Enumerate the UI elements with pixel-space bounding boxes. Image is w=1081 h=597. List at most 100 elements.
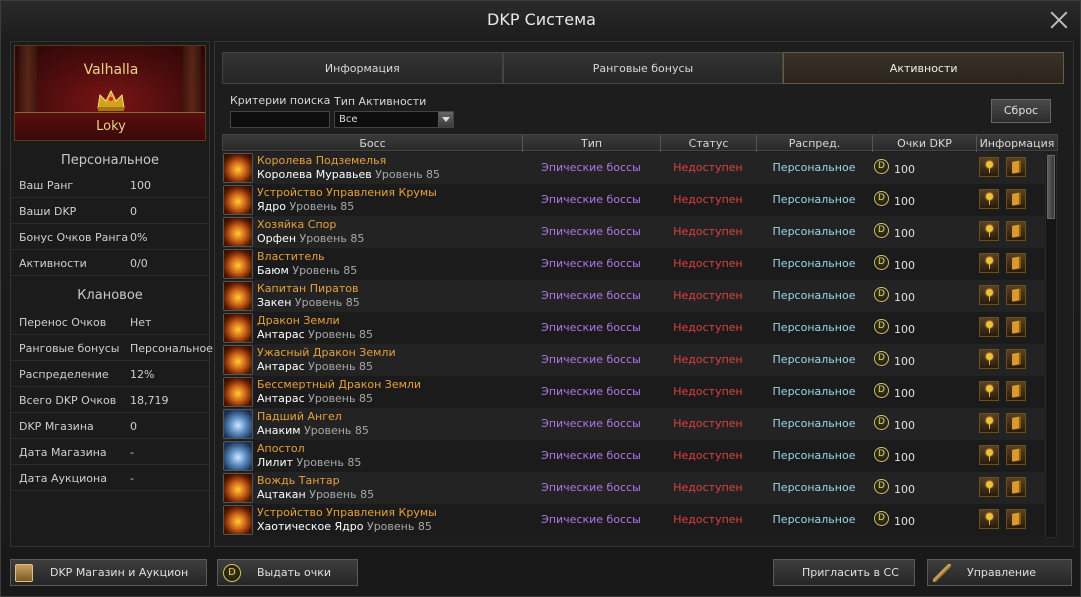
- status-text: Недоступен: [673, 321, 743, 334]
- header-dkp-points[interactable]: Очки DKP: [873, 135, 977, 152]
- stat-row: Всего DKP Очков 18,719: [11, 387, 209, 413]
- boss-name: Властитель: [257, 250, 325, 263]
- dkp-points-value: 100: [894, 259, 915, 272]
- table-row[interactable]: Апостол Лилит Уровень 85 Эпические боссы Не…: [222, 440, 1044, 472]
- stat-label: Перенос Очков: [19, 316, 107, 329]
- tab-info[interactable]: Информация: [222, 52, 503, 84]
- chevron-down-icon[interactable]: [438, 112, 453, 127]
- status-text: Недоступен: [673, 225, 743, 238]
- distribution-text: Персональное: [772, 449, 856, 462]
- book-icon[interactable]: [1006, 157, 1026, 177]
- stat-label: Активности: [19, 257, 87, 270]
- book-icon[interactable]: [1006, 253, 1026, 273]
- book-icon[interactable]: [1006, 445, 1026, 465]
- table-row[interactable]: Устройство Управления Крумы Хаотическое Я…: [222, 504, 1044, 536]
- search-input[interactable]: [230, 111, 330, 128]
- table-row[interactable]: Хозяйка Спор Орфен Уровень 85 Эпические бо…: [222, 216, 1044, 248]
- location-icon[interactable]: [979, 157, 999, 177]
- stat-label: Ваш Ранг: [19, 179, 74, 192]
- boss-raid-name: Анаким: [257, 424, 301, 437]
- header-type[interactable]: Тип: [523, 135, 661, 152]
- activity-type-select[interactable]: Все: [334, 111, 454, 128]
- location-icon[interactable]: [979, 253, 999, 273]
- activity-type: Эпические боссы: [541, 321, 641, 334]
- table-row[interactable]: Дракон Земли Антарас Уровень 85 Эпические …: [222, 312, 1044, 344]
- manage-label: Управление: [967, 566, 1037, 579]
- boss-level: Уровень 85: [366, 520, 432, 533]
- withdraw-points-button[interactable]: D Выдать очки: [217, 559, 358, 586]
- table-row[interactable]: Королева Подземелья Королева Муравьев Уро…: [222, 152, 1044, 184]
- boss-raid-name: Орфен: [257, 232, 297, 245]
- table-row[interactable]: Капитан Пиратов Закен Уровень 85 Эпические…: [222, 280, 1044, 312]
- clan-banner: Valhalla Loky: [14, 45, 206, 141]
- tab-rank-bonuses[interactable]: Ранговые бонусы: [502, 52, 784, 84]
- scrollbar-thumb[interactable]: [1047, 155, 1055, 219]
- location-icon[interactable]: [979, 189, 999, 209]
- book-icon[interactable]: [1006, 317, 1026, 337]
- dkp-window: DKP Система Valhalla Loky Персональное В…: [0, 0, 1081, 597]
- distribution-text: Персональное: [772, 257, 856, 270]
- stat-value: -: [130, 472, 134, 485]
- header-status[interactable]: Статус: [661, 135, 757, 152]
- status-text: Недоступен: [673, 193, 743, 206]
- close-icon[interactable]: [1048, 9, 1070, 31]
- header-distribution[interactable]: Распред.: [757, 135, 873, 152]
- stat-value: 0: [130, 420, 137, 433]
- boss-portrait-icon: [223, 377, 253, 407]
- status-text: Недоступен: [673, 449, 743, 462]
- boss-portrait-icon: [223, 281, 253, 311]
- book-icon[interactable]: [1006, 221, 1026, 241]
- reset-button[interactable]: Сброс: [991, 99, 1051, 123]
- activity-type: Эпические боссы: [541, 289, 641, 302]
- stat-label: Дата Магазина: [19, 446, 107, 459]
- dkp-coin-icon: D: [874, 159, 889, 174]
- book-icon[interactable]: [1006, 477, 1026, 497]
- dkp-coin-icon: D: [874, 255, 889, 270]
- location-icon[interactable]: [979, 221, 999, 241]
- boss-raid-name: Хаотическое Ядро: [257, 520, 364, 533]
- tab-activities[interactable]: Активности: [783, 52, 1065, 84]
- book-icon[interactable]: [1006, 509, 1026, 529]
- location-icon[interactable]: [979, 445, 999, 465]
- table-scrollbar[interactable]: [1045, 154, 1057, 538]
- table-row[interactable]: Ужасный Дракон Земли Антарас Уровень 85 Эп…: [222, 344, 1044, 376]
- table-row[interactable]: Вождь Тантар Ацтакан Уровень 85 Эпические …: [222, 472, 1044, 504]
- boss-portrait-icon: [223, 185, 253, 215]
- book-icon[interactable]: [1006, 381, 1026, 401]
- table-row[interactable]: Устройство Управления Крумы Ядро Уровень …: [222, 184, 1044, 216]
- shop-auction-button[interactable]: DKP Магазин и Аукцион: [10, 559, 207, 586]
- table-row[interactable]: Бессмертный Дракон Земли Антарас Уровень …: [222, 376, 1044, 408]
- location-icon[interactable]: [979, 381, 999, 401]
- boss-subtitle: Ацтакан Уровень 85: [257, 488, 374, 501]
- location-icon[interactable]: [979, 477, 999, 497]
- location-icon[interactable]: [979, 509, 999, 529]
- dkp-coin-icon: D: [874, 415, 889, 430]
- distribution-text: Персональное: [772, 513, 856, 526]
- activity-type: Эпические боссы: [541, 257, 641, 270]
- dkp-points-value: 100: [894, 291, 915, 304]
- stat-value: 18,719: [130, 394, 169, 407]
- book-icon[interactable]: [1006, 413, 1026, 433]
- location-icon[interactable]: [979, 349, 999, 369]
- book-icon[interactable]: [1006, 285, 1026, 305]
- location-icon[interactable]: [979, 317, 999, 337]
- stat-value: 0/0: [130, 257, 148, 270]
- dkp-points-value: 100: [894, 483, 915, 496]
- boss-level: Уровень 85: [299, 232, 365, 245]
- invite-cc-button[interactable]: Пригласить в СС: [773, 559, 915, 586]
- boss-raid-name: Баюм: [257, 264, 289, 277]
- location-icon[interactable]: [979, 413, 999, 433]
- boss-portrait-icon: [223, 345, 253, 375]
- boss-level: Уровень 85: [309, 488, 375, 501]
- type-label: Тип Активности: [334, 95, 427, 108]
- boss-raid-name: Королева Муравьев: [257, 168, 372, 181]
- book-icon[interactable]: [1006, 189, 1026, 209]
- manage-button[interactable]: Управление: [927, 559, 1072, 586]
- table-row[interactable]: Падший Ангел Анаким Уровень 85 Эпические б…: [222, 408, 1044, 440]
- location-icon[interactable]: [979, 285, 999, 305]
- distribution-text: Персональное: [772, 193, 856, 206]
- status-text: Недоступен: [673, 417, 743, 430]
- table-row[interactable]: Властитель Баюм Уровень 85 Эпические боссы…: [222, 248, 1044, 280]
- header-boss[interactable]: Босс: [223, 135, 523, 152]
- book-icon[interactable]: [1006, 349, 1026, 369]
